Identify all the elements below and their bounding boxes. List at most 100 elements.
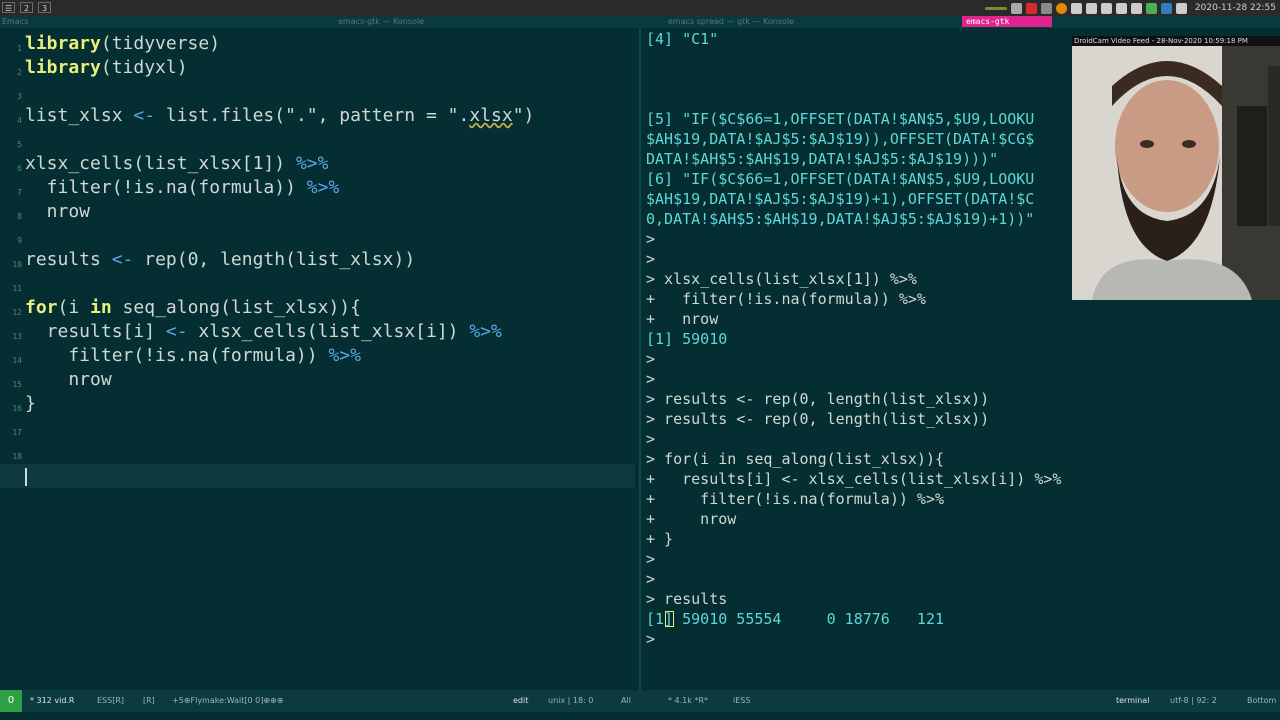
console-cursor (665, 611, 674, 627)
line-number: 18 (12, 452, 22, 461)
console-line: $AH$19,DATA!$AJ$5:$AJ$19)+1),OFFSET(DATA… (646, 190, 1035, 208)
workspace-2[interactable]: 2 (20, 2, 33, 13)
code-line[interactable]: 14 filter(!is.na(formula)) %>% (0, 344, 638, 368)
console-line: [5] "IF($C$66=1,OFFSET(DATA!$AN$5,$U9,LO… (646, 110, 1035, 128)
console-line: > (646, 250, 656, 268)
settings-icon[interactable] (1115, 2, 1127, 14)
code-text[interactable]: nrow (25, 368, 111, 392)
window-title[interactable]: emacs spread — gtk — Konsole (668, 17, 794, 26)
chip-icon[interactable] (1175, 2, 1187, 14)
console-line: [1] 59010 55554 0 18776 121 (646, 610, 945, 628)
console-line: > (646, 570, 656, 588)
code-text[interactable]: nrow (25, 200, 90, 224)
code-text[interactable]: results <- rep(0, length(list_xlsx)) (25, 248, 415, 272)
code-text[interactable]: } (25, 392, 36, 416)
edit-state: edit (513, 696, 529, 705)
console-line: DATA!$AH$5:$AH$19,DATA!$AJ$5:$AJ$19)))" (646, 150, 999, 168)
r-tag: [R] (143, 696, 155, 705)
console-line: > for(i in seq_along(list_xlsx)){ (646, 450, 945, 468)
code-line[interactable]: 4 list_xlsx <- list.files(".", pattern = … (0, 104, 638, 128)
display-icon[interactable] (1085, 2, 1097, 14)
code-line[interactable]: 9 (0, 224, 638, 248)
volume-icon[interactable] (1100, 2, 1112, 14)
code-text[interactable]: library(tidyxl) (25, 56, 188, 80)
console-line: > (646, 370, 656, 388)
console-line: > results <- rep(0, length(list_xlsx)) (646, 390, 990, 408)
code-line[interactable]: 7 filter(!is.na(formula)) %>% (0, 176, 638, 200)
line-position: unix | 18: 0 (548, 696, 594, 705)
console-line: > (646, 550, 656, 568)
window-title[interactable]: Emacs (2, 17, 28, 26)
code-line[interactable]: 10 results <- rep(0, length(list_xlsx)) (0, 248, 638, 272)
console-line: + nrow (646, 310, 719, 328)
app-icon[interactable] (1160, 2, 1172, 14)
clock: 2020-11-28 22:55 (1194, 3, 1276, 13)
active-window-tag[interactable]: emacs-gtk (962, 16, 1052, 27)
major-mode[interactable]: ESS[R] (97, 696, 124, 705)
bluetooth-icon[interactable] (1070, 2, 1082, 14)
console-line: [1] 59010 (646, 330, 728, 348)
console-line: [4] "C1" (646, 30, 719, 48)
console-line: $AH$19,DATA!$AJ$5:$AJ$19)),OFFSET(DATA!$… (646, 130, 1035, 148)
workspace-3[interactable]: 3 (38, 2, 51, 13)
scroll-position: All (621, 696, 631, 705)
code-line[interactable]: 3 (0, 80, 638, 104)
terminal-state: terminal (1116, 696, 1150, 705)
iess-mode[interactable]: iESS (733, 696, 750, 705)
code-line[interactable]: 16} (0, 392, 638, 416)
current-line-highlight (0, 464, 635, 488)
network-icon[interactable] (1130, 2, 1142, 14)
code-text[interactable]: for(i in seq_along(list_xlsx)){ (25, 296, 361, 320)
webcam-feed-image (1072, 46, 1280, 300)
code-text[interactable]: filter(!is.na(formula)) %>% (25, 344, 361, 368)
code-text[interactable]: list_xlsx <- list.files(".", pattern = "… (25, 104, 534, 128)
system-top-bar: ☰ 2 3 2020-11-28 22:55 (0, 0, 1280, 16)
code-line[interactable]: 17 (0, 416, 638, 440)
code-line[interactable]: 2 library(tidyxl) (0, 56, 638, 80)
code-text[interactable]: results[i] <- xlsx_cells(list_xlsx[i]) %… (25, 320, 502, 344)
console-line: [6] "IF($C$66=1,OFFSET(DATA!$AN$5,$U9,LO… (646, 170, 1035, 188)
code-line[interactable]: 5 (0, 128, 638, 152)
code-line[interactable]: 15 nrow (0, 368, 638, 392)
chrome-icon[interactable] (1055, 2, 1067, 14)
console-line: > (646, 630, 656, 648)
text-cursor (25, 468, 27, 486)
system-tray: 2020-11-28 22:55 (984, 0, 1280, 16)
console-line: + } (646, 530, 674, 548)
webcam-overlay: DroidCam Video Feed - 28-Nov-2020 10:59:… (1072, 36, 1280, 300)
editor-pane[interactable]: 1 library(tidyverse) 2 library(tidyxl) 3 4 lis… (0, 28, 638, 688)
console-line: 0,DATA!$AH$5:$AH$19,DATA!$AJ$5:$AJ$19)+1… (646, 210, 1035, 228)
console-scroll: Bottom (1247, 696, 1277, 705)
console-line: > xlsx_cells(list_xlsx[1]) %>% (646, 270, 917, 288)
console-line: > results <- rep(0, length(list_xlsx)) (646, 410, 990, 428)
menu-icon[interactable]: ☰ (2, 2, 15, 13)
console-line: > (646, 430, 656, 448)
code-line[interactable]: 6 xlsx_cells(list_xlsx[1]) %>% (0, 152, 638, 176)
update-icon[interactable] (1145, 2, 1157, 14)
console-encoding: utf-8 | 92: 2 (1170, 696, 1217, 705)
console-line: + nrow (646, 510, 737, 528)
buffer-name[interactable]: * 312 vid.R (30, 696, 75, 705)
code-line[interactable]: 11 (0, 272, 638, 296)
window-title-bar: Emacs emacs-gtk — Konsole emacs spread —… (0, 16, 1280, 28)
code-text[interactable]: library(tidyverse) (25, 32, 220, 56)
code-line[interactable]: 8 nrow (0, 200, 638, 224)
code-line[interactable]: 18 (0, 440, 638, 464)
console-buffer-info[interactable]: * 4.1k *R* (668, 696, 708, 705)
code-line[interactable]: 13 results[i] <- xlsx_cells(list_xlsx[i]… (0, 320, 638, 344)
console-line: > (646, 230, 656, 248)
code-line[interactable]: 1 library(tidyverse) (0, 32, 638, 56)
minor-modes[interactable]: +5⊕Flymake:Wait[0 0]⊕⊕⊕ (172, 696, 283, 705)
console-line: + results[i] <- xlsx_cells(list_xlsx[i])… (646, 470, 1062, 488)
code-text[interactable]: filter(!is.na(formula)) %>% (25, 176, 340, 200)
mode-line: 0 * 312 vid.R ESS[R] [R] +5⊕Flymake:Wait… (0, 690, 1280, 712)
webcam-title: DroidCam Video Feed - 28-Nov-2020 10:59:… (1072, 36, 1280, 46)
lock-icon[interactable] (1010, 2, 1022, 14)
mail-icon[interactable] (1025, 2, 1037, 14)
console-line: + filter(!is.na(formula)) %>% (646, 290, 926, 308)
window-title[interactable]: emacs-gtk — Konsole (338, 17, 424, 26)
code-text[interactable]: xlsx_cells(list_xlsx[1]) %>% (25, 152, 328, 176)
code-line[interactable]: 12 for(i in seq_along(list_xlsx)){ (0, 296, 638, 320)
console-line: > (646, 350, 656, 368)
folder-icon[interactable] (1040, 2, 1052, 14)
